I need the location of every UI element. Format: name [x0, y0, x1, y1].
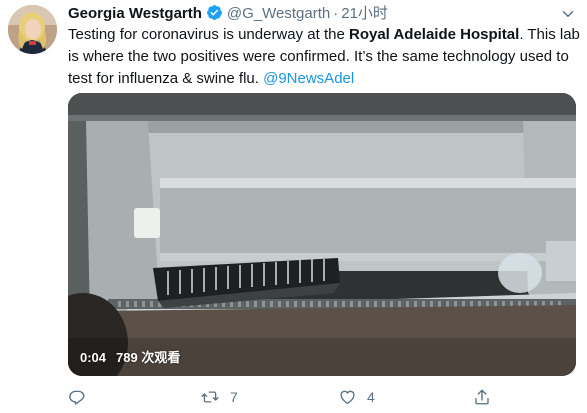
- like-icon: [340, 390, 355, 405]
- retweet-button[interactable]: 7: [200, 386, 238, 408]
- share-icon: [475, 389, 489, 405]
- reply-button[interactable]: [68, 386, 96, 408]
- tweet-timestamp[interactable]: 21小时: [341, 5, 388, 22]
- author-handle[interactable]: @G_Westgarth: [227, 5, 330, 22]
- like-count: 4: [367, 389, 375, 405]
- tweet-text-part1: Testing for coronavirus is underway at t…: [68, 26, 349, 43]
- share-button[interactable]: [473, 386, 491, 408]
- author-name[interactable]: Georgia Westgarth: [68, 5, 202, 22]
- mention-link[interactable]: @9NewsAdel: [263, 70, 354, 87]
- tweet-actions: 7 4: [68, 386, 568, 408]
- tweet-text-bold: Royal Adelaide Hospital: [348, 26, 520, 43]
- tweet[interactable]: Georgia Westgarth @G_Westgarth · 21小时 Testi…: [0, 0, 587, 413]
- more-icon[interactable]: [557, 3, 579, 25]
- video-views: 789 次观看: [116, 350, 181, 365]
- like-button[interactable]: 4: [338, 386, 375, 408]
- video-player[interactable]: 0:04 789 次观看: [68, 93, 576, 376]
- reply-icon: [69, 390, 85, 405]
- retweet-icon: [201, 391, 219, 403]
- avatar[interactable]: [8, 5, 57, 54]
- tweet-text: Testing for coronavirus is underway at t…: [68, 24, 580, 90]
- retweet-count: 7: [230, 389, 238, 405]
- video-meta: 0:04 789 次观看: [80, 347, 180, 366]
- separator-dot: ·: [333, 5, 339, 22]
- tweet-header: Georgia Westgarth @G_Westgarth · 21小时: [68, 4, 388, 24]
- video-frame: [68, 93, 576, 376]
- video-duration: 0:04: [80, 350, 107, 365]
